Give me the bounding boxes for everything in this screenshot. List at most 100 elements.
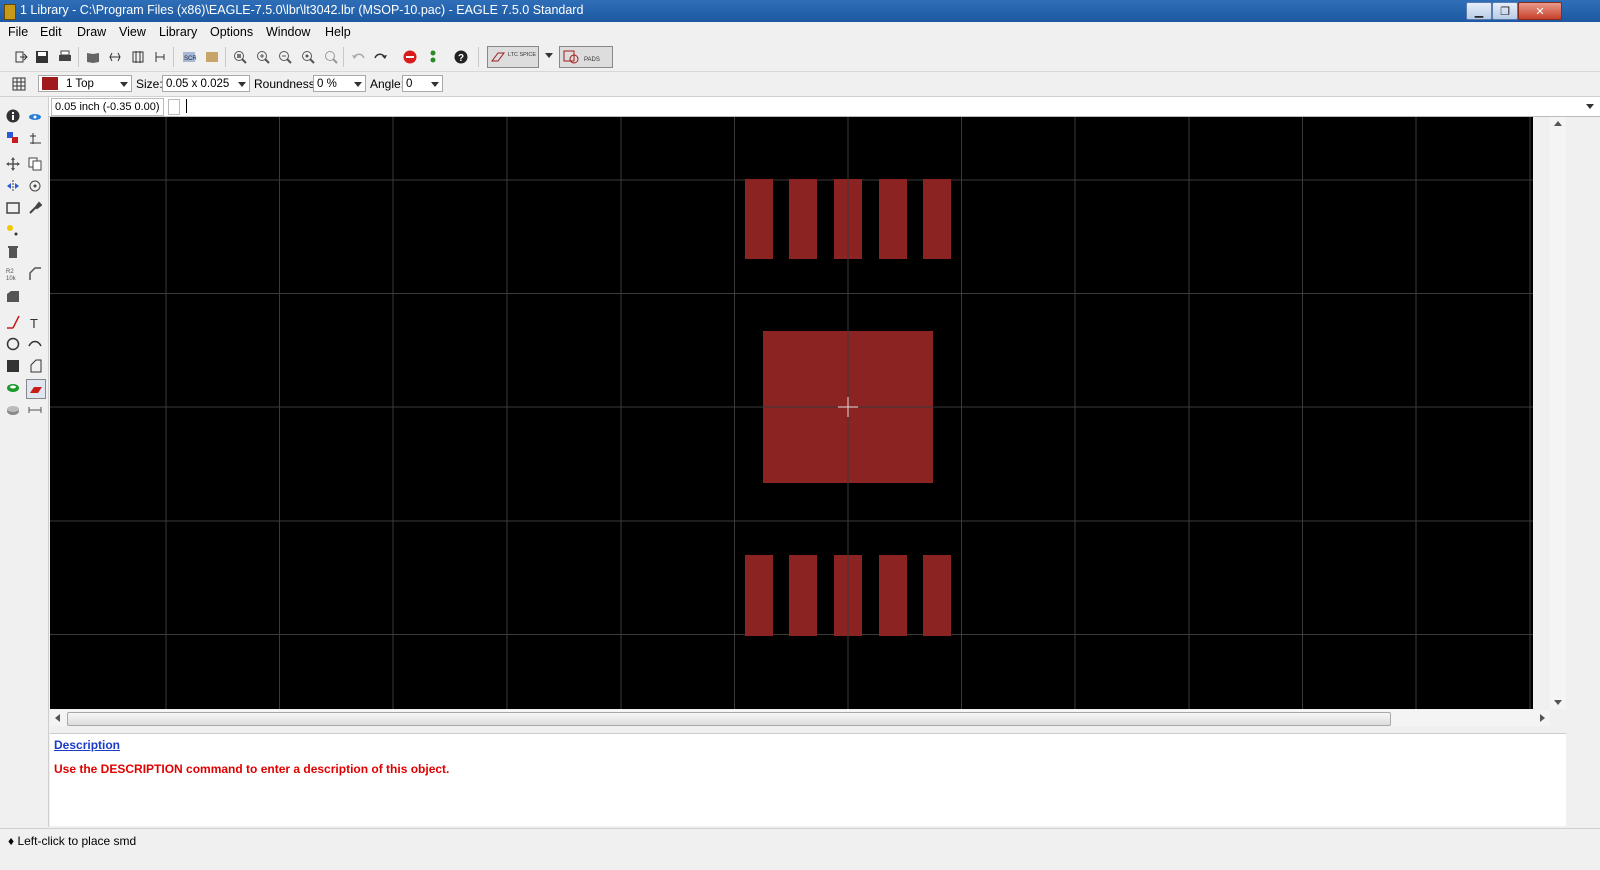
- cam-icon[interactable]: [151, 48, 169, 66]
- display-layers-icon[interactable]: [4, 129, 22, 147]
- horizontal-scrollbar[interactable]: [50, 710, 1550, 726]
- name-value-icon[interactable]: R2 10k: [4, 265, 22, 283]
- go-icon[interactable]: [424, 48, 442, 66]
- dimension-icon[interactable]: [26, 401, 44, 419]
- paste-icon[interactable]: [4, 221, 22, 239]
- drc-icon[interactable]: [129, 48, 147, 66]
- zoom-redraw-icon[interactable]: [299, 48, 317, 66]
- layer-select-value: 1 Top: [66, 78, 94, 90]
- layer-select[interactable]: 1 Top: [38, 75, 132, 92]
- title-bar: 1 Library - C:\Program Files (x86)\EAGLE…: [0, 0, 1600, 22]
- menu-bar: File Edit Draw View Library Options Wind…: [0, 22, 1600, 42]
- command-line: 0.05 inch (-0.35 0.00): [49, 97, 1600, 117]
- smd-pad-bottom-2: [789, 555, 817, 636]
- ltspice-dropdown-icon[interactable]: [545, 53, 553, 58]
- vertical-scrollbar[interactable]: [1550, 117, 1566, 709]
- pad-icon[interactable]: [4, 379, 22, 397]
- mark-icon[interactable]: [26, 129, 44, 147]
- svg-text:T: T: [30, 316, 38, 329]
- open-icon[interactable]: [12, 48, 30, 66]
- help-icon[interactable]: ?: [452, 48, 470, 66]
- grid-icon[interactable]: [10, 75, 28, 93]
- arc-icon[interactable]: [26, 335, 44, 353]
- scroll-down-icon[interactable]: [1554, 700, 1562, 705]
- menu-window[interactable]: Window: [266, 25, 310, 39]
- description-text: Use the DESCRIPTION command to enter a d…: [54, 762, 450, 776]
- description-panel: Description Use the DESCRIPTION command …: [50, 733, 1566, 826]
- zoom-out-icon[interactable]: [276, 48, 294, 66]
- ltspice-label: LTC SPICE: [508, 52, 536, 58]
- restore-button[interactable]: ❐: [1492, 2, 1518, 20]
- group-icon[interactable]: [4, 199, 22, 217]
- close-button[interactable]: ✕: [1518, 2, 1562, 20]
- mirror-icon[interactable]: [4, 177, 22, 195]
- zoom-in-icon[interactable]: [254, 48, 272, 66]
- info-icon[interactable]: [4, 107, 22, 125]
- description-link[interactable]: Description: [54, 738, 120, 752]
- smd-pad-top-4: [879, 179, 907, 259]
- roundness-select[interactable]: 0 %: [313, 75, 366, 92]
- show-icon[interactable]: [26, 107, 44, 125]
- svg-text:?: ?: [458, 53, 464, 64]
- print-icon[interactable]: [56, 48, 74, 66]
- board-schematic-switch-icon[interactable]: [106, 48, 124, 66]
- menu-view[interactable]: View: [119, 25, 146, 39]
- smd-pad-top-2: [789, 179, 817, 259]
- command-history-box[interactable]: [168, 99, 180, 115]
- angle-select[interactable]: 0: [402, 75, 443, 92]
- polygon-icon[interactable]: [26, 357, 44, 375]
- coordinate-display: 0.05 inch (-0.35 0.00): [51, 98, 164, 116]
- move-icon[interactable]: [4, 155, 22, 173]
- zoom-select-icon[interactable]: [322, 48, 340, 66]
- command-toolbar: R2 10k T: [0, 97, 49, 827]
- menu-help[interactable]: Help: [325, 25, 351, 39]
- script-icon[interactable]: SCR: [180, 48, 198, 66]
- horizontal-scroll-thumb[interactable]: [67, 712, 1391, 726]
- angle-select-value: 0: [406, 78, 413, 90]
- scroll-right-icon[interactable]: [1540, 714, 1545, 722]
- smd-icon[interactable]: [26, 379, 46, 399]
- main-toolbar: SCR ? LTC SPICE PADS: [0, 43, 1600, 72]
- save-icon[interactable]: [33, 48, 51, 66]
- ulp-icon[interactable]: [203, 48, 221, 66]
- status-text: ♦ Left-click to place smd: [8, 834, 137, 848]
- rotate-icon[interactable]: [26, 177, 44, 195]
- redo-icon[interactable]: [372, 48, 390, 66]
- circle-icon[interactable]: [4, 335, 22, 353]
- wire-icon[interactable]: [4, 313, 22, 331]
- layer-color-swatch: [42, 77, 58, 91]
- menu-options[interactable]: Options: [210, 25, 253, 39]
- miter-icon[interactable]: [26, 265, 44, 283]
- split-icon[interactable]: [4, 287, 22, 305]
- menu-file[interactable]: File: [8, 25, 28, 39]
- scroll-left-icon[interactable]: [55, 714, 60, 722]
- roundness-select-value: 0 %: [317, 78, 337, 90]
- copy-icon[interactable]: [26, 155, 44, 173]
- menu-edit[interactable]: Edit: [40, 25, 62, 39]
- rect-icon[interactable]: [4, 357, 22, 375]
- stop-icon[interactable]: [401, 48, 419, 66]
- zoom-fit-icon[interactable]: [231, 48, 249, 66]
- smd-pad-bottom-5: [923, 555, 951, 636]
- svg-text:R2: R2: [6, 269, 14, 275]
- smd-pad-top-1: [745, 179, 773, 259]
- window-title: 1 Library - C:\Program Files (x86)\EAGLE…: [20, 3, 584, 17]
- command-history-dropdown-icon[interactable]: [1586, 104, 1594, 109]
- undo-icon[interactable]: [349, 48, 367, 66]
- text-icon[interactable]: T: [26, 313, 44, 331]
- library-book-icon[interactable]: [84, 48, 102, 66]
- ltspice-button[interactable]: LTC SPICE: [487, 46, 539, 68]
- menu-library[interactable]: Library: [159, 25, 197, 39]
- smd-pad-bottom-4: [879, 555, 907, 636]
- scroll-up-icon[interactable]: [1554, 121, 1562, 126]
- delete-icon[interactable]: [4, 243, 22, 261]
- minimize-button[interactable]: ▁: [1466, 2, 1492, 20]
- drawing-canvas[interactable]: [50, 117, 1533, 709]
- size-select[interactable]: 0.05 x 0.025: [162, 75, 250, 92]
- command-input[interactable]: [186, 99, 487, 113]
- menu-draw[interactable]: Draw: [77, 25, 106, 39]
- change-icon[interactable]: [26, 199, 44, 217]
- pads-button[interactable]: PADS: [559, 46, 613, 68]
- roundness-label: Roundness:: [254, 77, 319, 91]
- hole-icon[interactable]: [4, 401, 22, 419]
